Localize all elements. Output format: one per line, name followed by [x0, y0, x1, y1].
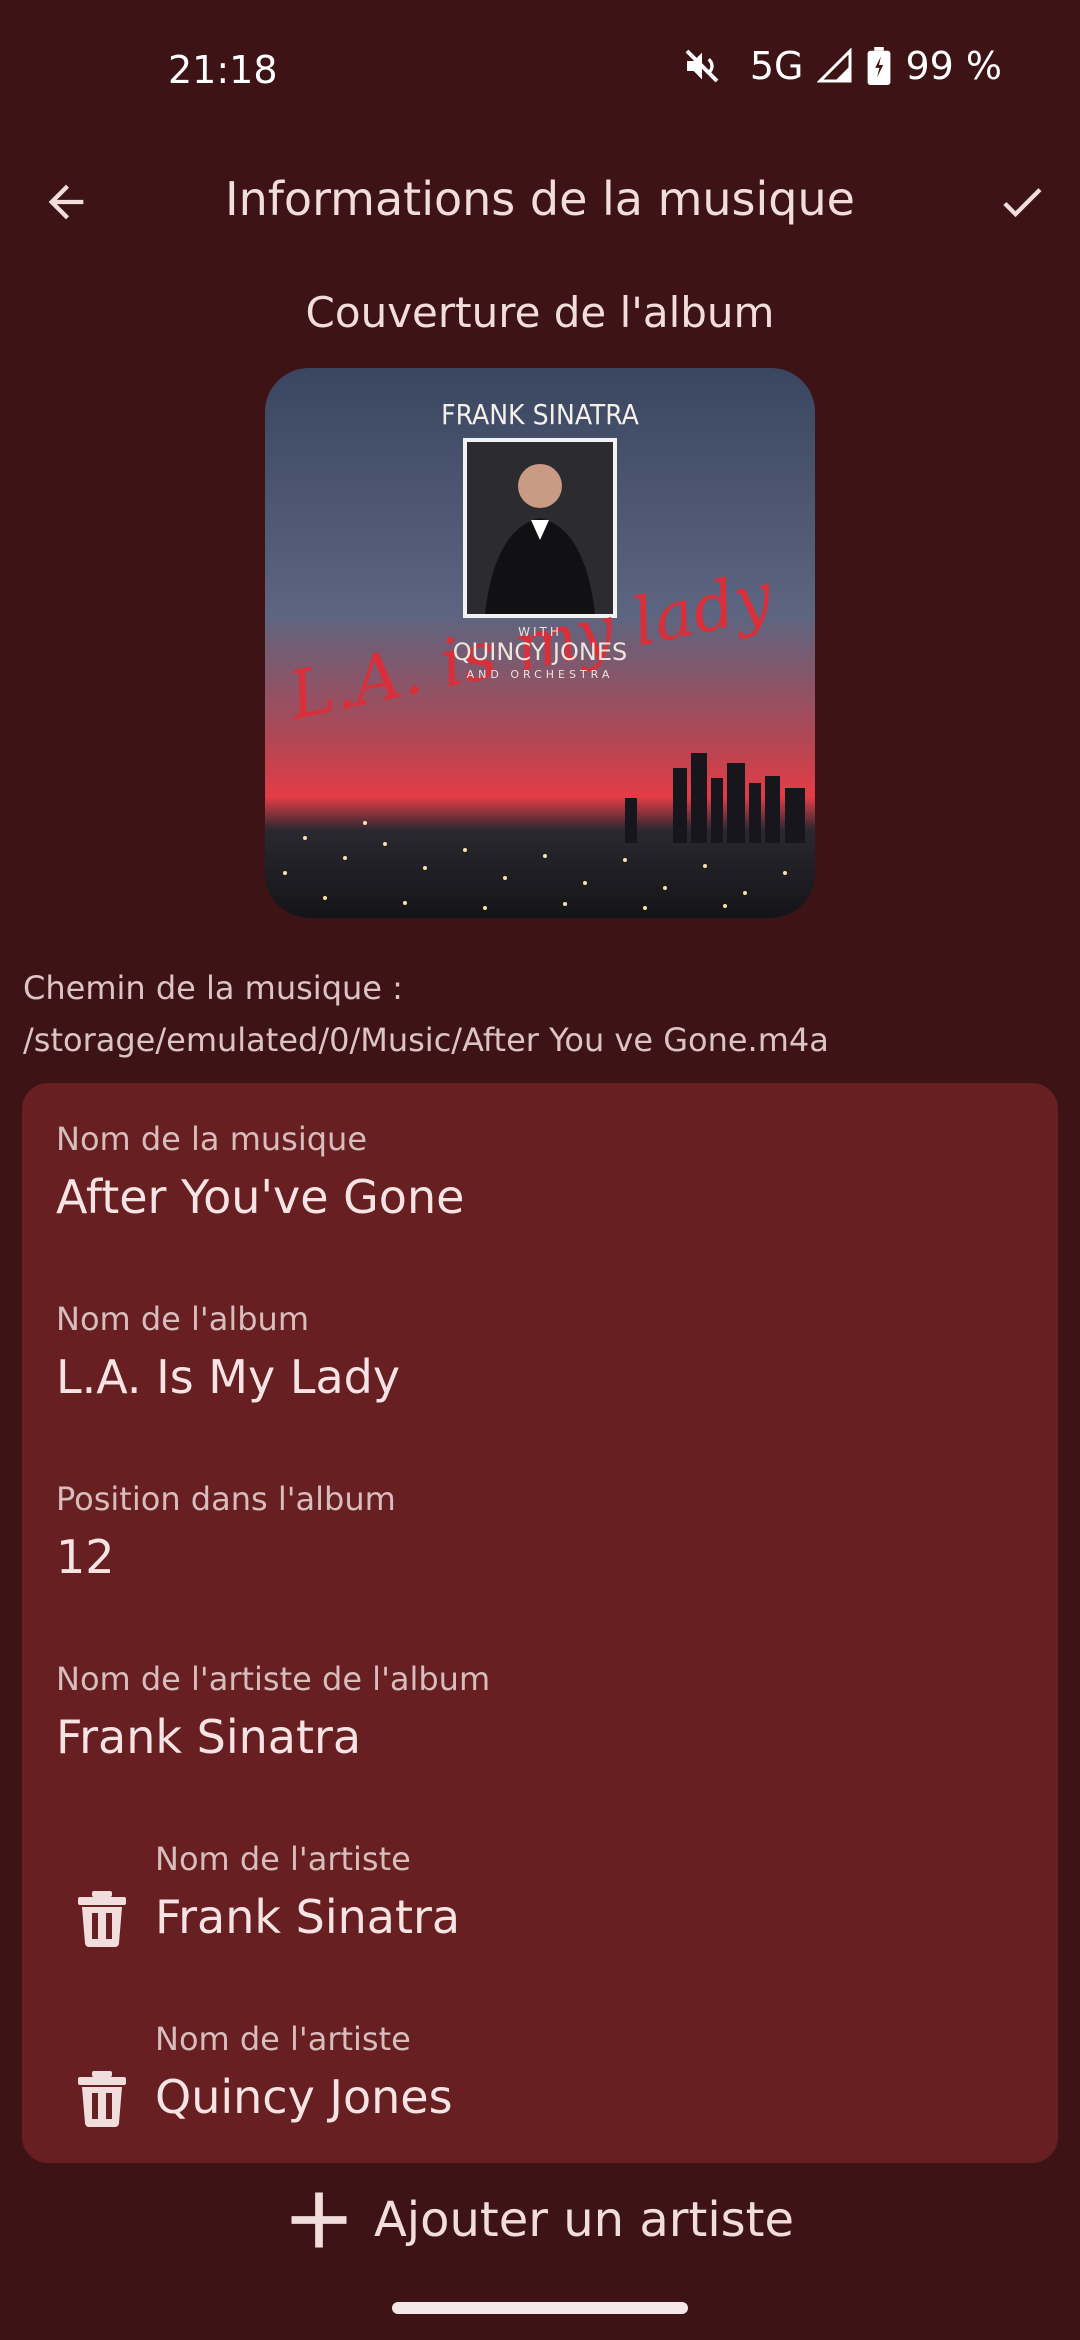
album-name-label: Nom de l'album	[56, 1300, 309, 1338]
file-path-label: Chemin de la musique :	[23, 969, 403, 1007]
album-artist-field[interactable]: Nom de l'artiste de l'album Frank Sinatr…	[56, 1659, 490, 1767]
cover-label: Couverture de l'album	[305, 288, 775, 337]
file-path-value: /storage/emulated/0/Music/After You ve G…	[23, 1021, 829, 1059]
delete-artist-button[interactable]	[62, 2059, 142, 2139]
plus-icon	[291, 2192, 347, 2248]
delete-artist-button[interactable]	[62, 1879, 142, 1959]
cover-art-title: FRANK SINATRA	[441, 398, 639, 431]
file-path: Chemin de la musique : /storage/emulated…	[23, 962, 1063, 1066]
album-cover[interactable]: FRANK SINATRA L.A. is my lady WITH QUINC…	[265, 368, 815, 918]
track-name-label: Nom de la musique	[56, 1120, 367, 1158]
add-artist-label: Ajouter un artiste	[373, 2192, 795, 2248]
position-value[interactable]: 12	[56, 1527, 396, 1587]
artist-label: Nom de l'artiste	[155, 1840, 411, 1878]
artist-field[interactable]: Nom de l'artiste Quincy Jones	[155, 2019, 453, 2127]
album-artist-label: Nom de l'artiste de l'album	[56, 1660, 491, 1698]
artist-label: Nom de l'artiste	[155, 2020, 411, 2058]
status-time: 21:18	[168, 48, 278, 92]
top-app-bar: Informations de la musique	[0, 150, 1080, 254]
artist-value[interactable]: Quincy Jones	[155, 2067, 453, 2127]
album-artist-value[interactable]: Frank Sinatra	[56, 1707, 490, 1767]
cover-art-orchestra: AND ORCHESTRA	[467, 668, 614, 681]
track-name-value[interactable]: After You've Gone	[56, 1167, 464, 1227]
check-icon	[1003, 188, 1042, 218]
trash-icon	[78, 2071, 126, 2127]
page-title: Informations de la musique	[225, 172, 855, 226]
cover-art-with: WITH	[518, 625, 562, 639]
metadata-card: Nom de la musique After You've Gone Nom …	[22, 1083, 1058, 2163]
artist-value[interactable]: Frank Sinatra	[155, 1887, 460, 1947]
trash-icon	[78, 1891, 126, 1947]
confirm-button[interactable]	[984, 170, 1060, 234]
mute-icon	[682, 46, 722, 86]
status-bar: 21:18 5G 99 %	[0, 0, 1080, 140]
artist-row: Nom de l'artiste Quincy Jones	[22, 2019, 1058, 2169]
position-field[interactable]: Position dans l'album 12	[56, 1479, 396, 1587]
signal-icon	[817, 48, 853, 84]
network-label: 5G	[749, 44, 804, 88]
artist-row: Nom de l'artiste Frank Sinatra	[22, 1839, 1058, 1989]
status-icons: 5G 99 %	[682, 44, 1002, 88]
position-label: Position dans l'album	[56, 1480, 396, 1518]
battery-label: 99 %	[905, 44, 1002, 88]
artist-field[interactable]: Nom de l'artiste Frank Sinatra	[155, 1839, 460, 1947]
add-artist-button[interactable]: Ajouter un artiste	[0, 2180, 1080, 2260]
home-indicator[interactable]	[392, 2302, 688, 2314]
album-name-value[interactable]: L.A. Is My Lady	[56, 1347, 400, 1407]
battery-icon	[867, 47, 891, 85]
cover-art-subtitle: QUINCY JONES	[453, 638, 627, 666]
album-name-field[interactable]: Nom de l'album L.A. Is My Lady	[56, 1299, 400, 1407]
track-name-field[interactable]: Nom de la musique After You've Gone	[56, 1119, 464, 1227]
